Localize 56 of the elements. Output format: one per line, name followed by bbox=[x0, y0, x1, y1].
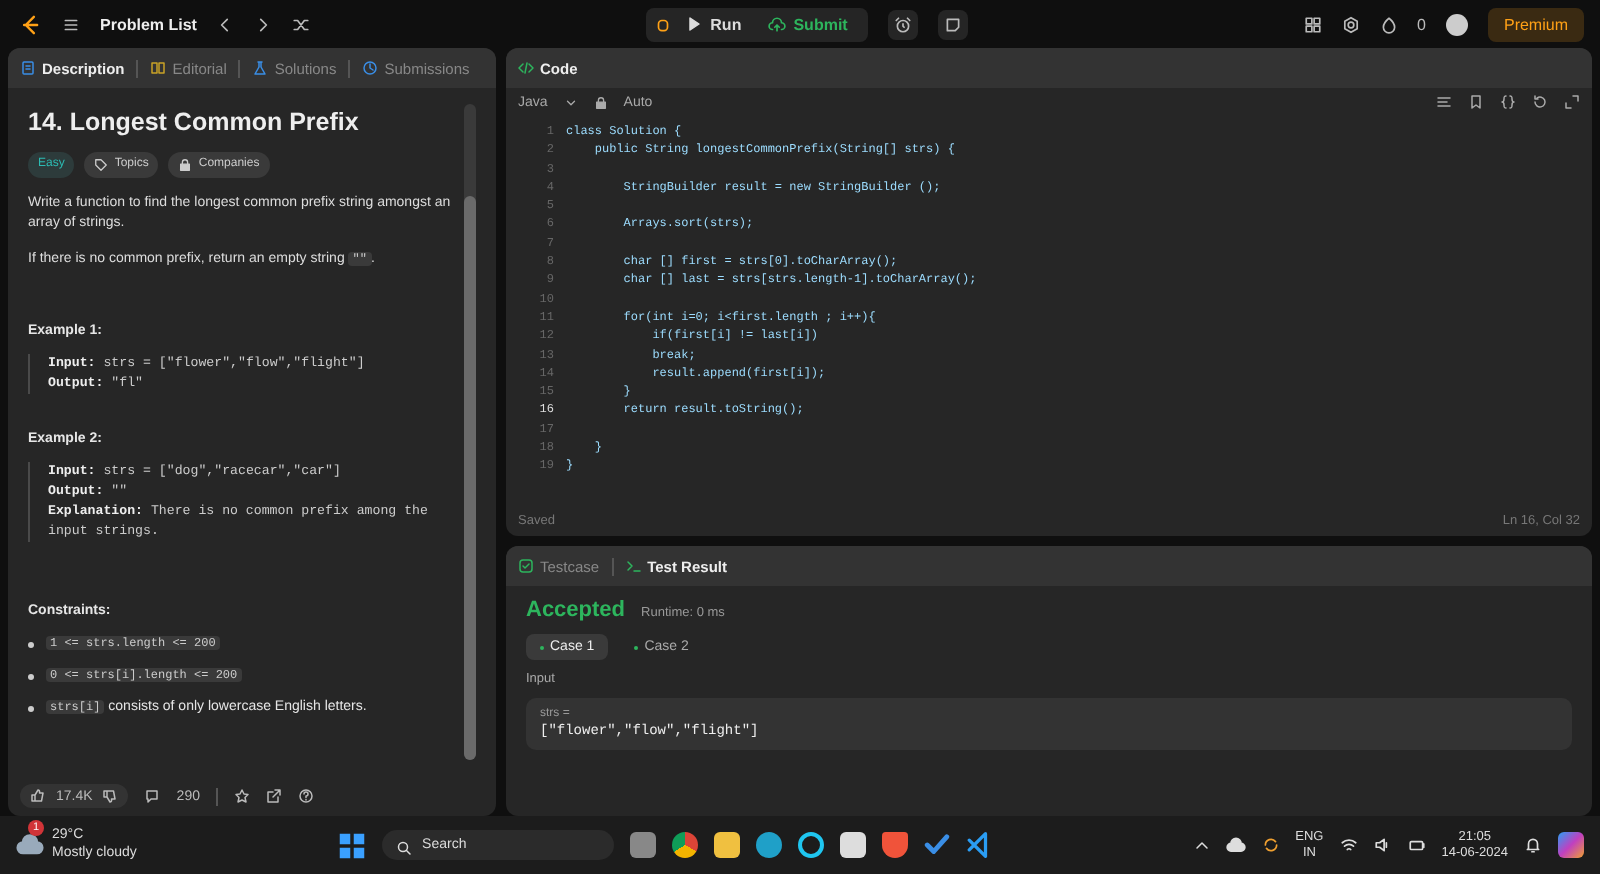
cloud-upload-icon bbox=[767, 15, 786, 33]
premium-button[interactable]: Premium bbox=[1487, 7, 1584, 41]
checkmark-icon[interactable] bbox=[924, 832, 951, 858]
browser-icon[interactable] bbox=[672, 832, 699, 858]
format-icon[interactable] bbox=[1436, 94, 1452, 110]
comment-icon[interactable] bbox=[144, 788, 161, 804]
list-icon[interactable] bbox=[62, 15, 80, 33]
wifi-icon[interactable] bbox=[1339, 836, 1358, 854]
shield-icon[interactable] bbox=[882, 832, 909, 858]
clock-icon bbox=[362, 60, 379, 76]
chevron-up-icon[interactable] bbox=[1193, 837, 1210, 853]
verdict-text: Accepted bbox=[526, 598, 626, 622]
avatar[interactable] bbox=[1445, 13, 1468, 35]
problem-title: 14. Longest Common Prefix bbox=[28, 106, 361, 140]
share-icon[interactable] bbox=[265, 788, 282, 804]
grid-icon[interactable] bbox=[1303, 15, 1322, 33]
code-editor-icon[interactable] bbox=[966, 832, 993, 858]
cloud-icon[interactable] bbox=[1225, 835, 1246, 855]
problem-list-link[interactable]: Problem List bbox=[100, 15, 197, 33]
lock-icon bbox=[593, 95, 608, 109]
thumbs-down-icon[interactable] bbox=[102, 788, 119, 804]
tag-icon bbox=[94, 157, 109, 172]
submit-button[interactable]: Submit bbox=[755, 11, 860, 37]
lock-icon bbox=[178, 157, 193, 172]
settings-icon[interactable] bbox=[1341, 15, 1360, 33]
help-icon[interactable] bbox=[297, 788, 314, 804]
flask-icon bbox=[252, 60, 269, 76]
braces-icon[interactable] bbox=[1500, 94, 1516, 110]
bookmark-icon[interactable] bbox=[1468, 94, 1484, 110]
streak-count: 0 bbox=[1417, 15, 1426, 33]
note-icon bbox=[943, 15, 962, 33]
note-button[interactable] bbox=[937, 9, 968, 39]
code-icon bbox=[518, 60, 534, 76]
alarm-clock-icon bbox=[893, 15, 912, 33]
chevron-down-icon[interactable] bbox=[563, 95, 578, 109]
star-icon[interactable] bbox=[233, 788, 250, 804]
sync-icon[interactable] bbox=[1261, 836, 1280, 854]
chevron-right-icon[interactable] bbox=[254, 15, 273, 33]
ring-icon[interactable] bbox=[798, 832, 825, 858]
thumbs-up-icon[interactable] bbox=[30, 788, 46, 804]
speaker-icon[interactable] bbox=[1373, 836, 1392, 854]
check-box-icon bbox=[518, 558, 534, 574]
play-icon bbox=[686, 16, 703, 32]
windows-start-icon[interactable] bbox=[338, 831, 367, 859]
terminal-icon bbox=[625, 558, 642, 574]
scrollbar-thumb[interactable] bbox=[464, 195, 476, 760]
cloud-icon[interactable] bbox=[16, 831, 44, 859]
shuffle-icon[interactable] bbox=[292, 15, 311, 33]
reset-icon[interactable] bbox=[1532, 94, 1548, 110]
bell-icon[interactable] bbox=[1524, 836, 1542, 854]
expand-icon[interactable] bbox=[1564, 94, 1580, 110]
run-button[interactable]: Run bbox=[674, 11, 754, 37]
alarm-button[interactable] bbox=[887, 9, 918, 39]
book-icon bbox=[150, 60, 167, 76]
document-icon bbox=[20, 60, 36, 76]
battery-icon[interactable] bbox=[1407, 836, 1426, 854]
